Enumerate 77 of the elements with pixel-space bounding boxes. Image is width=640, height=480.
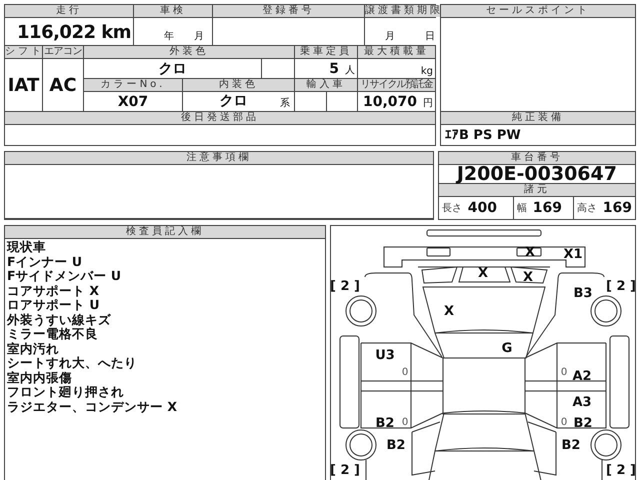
section-header: 車台番号 [438,152,635,164]
damage-code: X [444,304,454,319]
damage-code: G [502,341,512,356]
column-header: 登録番号 [213,5,364,17]
inspector-note: 室内内張傷 [7,370,73,385]
capacity-value: 5 [329,61,339,77]
spec-label: 長さ [442,202,462,215]
zero-mark: 0 [402,367,408,378]
unit-label: 年 [164,30,174,43]
inspector-note: コアサポート X [7,284,100,298]
damage-code: B3 [574,286,592,301]
section-header: セールスポイント [441,5,635,17]
rank-bracket-label: [ 2 ] [331,463,360,478]
column-header: 外装色 [84,46,294,58]
unit-label: 円 [423,97,433,110]
unit-label: 日 [425,30,435,43]
unit-label: 月 [385,30,395,43]
column-header: リサイクル預託金 [358,79,435,91]
column-header: 乗車定員 [295,46,357,58]
damage-code: X [522,270,534,285]
column-header: 内装色 [183,79,294,91]
column-header: 輸入車 [295,79,357,91]
exterior-color-value: クロ [84,59,261,78]
zero-mark: 0 [560,417,568,428]
inspector-note: フロント廻り押され [7,385,125,400]
damage-code: B2 [376,416,394,431]
damage-code: X [478,266,488,281]
color-number-value: X07 [84,92,182,111]
unit-label: 月 [194,30,204,43]
section-header: 検査員記入欄 [5,226,325,238]
spec-value: 169 [532,200,562,216]
section-header: 純正装備 [441,112,635,124]
recycle-fee-value: 10,070 [362,94,417,110]
spec-value: 400 [468,200,497,216]
column-header: 走行 [5,5,133,17]
unit-label: 人 [345,64,355,77]
column-header: シフト [5,46,42,58]
column-header: カラーNo. [84,79,182,91]
inspector-note: 外装うすい線キズ [7,312,112,327]
equipment-value: ｴｱB PS PW [441,125,635,145]
inspector-note: ロアサポート U [7,298,101,312]
rank-bracket-label: [ 2 ] [606,463,635,478]
column-header: 車検 [134,5,212,17]
unit-label: kg [420,66,433,77]
mileage-value: 116,022 km [5,18,133,45]
shift-value: IAT [5,59,42,111]
column-header: 譲渡書類期限 [365,5,443,17]
unit-label: 系 [280,96,290,110]
ac-value: AC [43,59,83,111]
rank-bracket-label: [ 2 ] [331,279,360,294]
inspector-note: Fインナー U [7,254,84,269]
damage-code: B2 [574,416,592,431]
spec-value: 169 [602,200,632,216]
damage-code: B2 [386,438,406,453]
column-header: 最大積載量 [358,46,435,58]
rank-bracket-label: [ 2 ] [606,279,635,294]
inspector-note: ミラー電格不良 [7,327,99,342]
section-header: 諸元 [438,184,635,196]
zero-mark: 0 [560,367,568,378]
zero-mark: 0 [402,417,408,428]
damage-code: B2 [562,438,580,453]
damage-code: A2 [572,369,592,384]
inspector-note: ラジエター、コンデンサー X [7,400,178,414]
spec-label: 高さ [576,202,597,215]
column-header: エアコン [43,46,83,58]
spec-label: 幅 [516,202,527,215]
section-header: 後日発送部品 [5,112,435,124]
inspector-note: シートすれ大、へたり [7,356,138,370]
section-header: 注意事項欄 [5,152,433,164]
damage-code: A3 [572,395,592,410]
chassis-number: J200E-0030647 [438,165,635,183]
inspector-note: 室内汚れ [7,342,60,356]
interior-color-value: クロ [220,92,248,110]
inspector-note: 現状車 [7,240,47,254]
damage-code: X1 [563,247,583,262]
inspector-note: Fサイドメンバー U [7,269,122,284]
damage-code: U3 [375,348,395,363]
